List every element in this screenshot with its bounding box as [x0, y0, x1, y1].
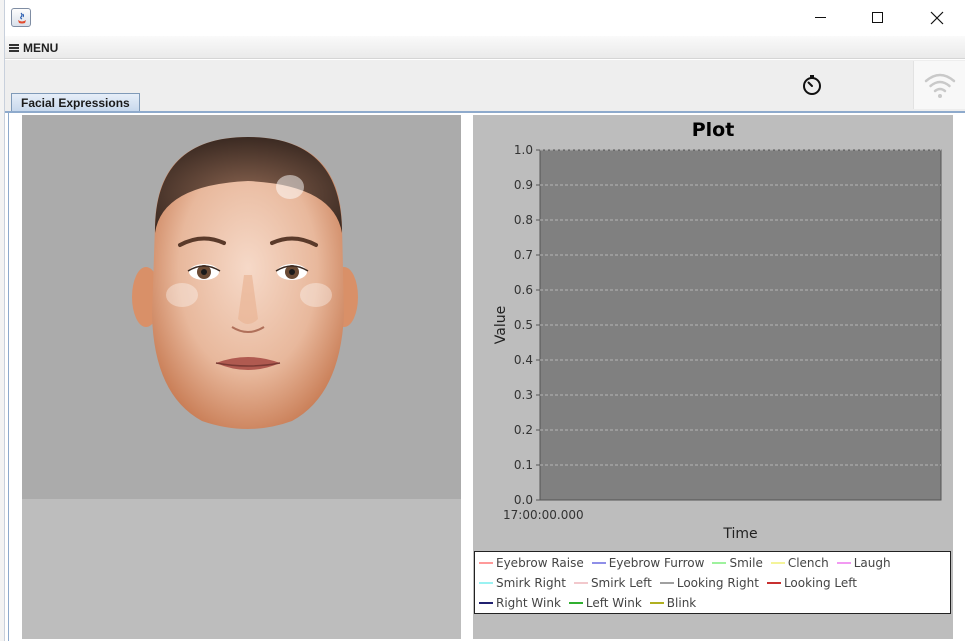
legend-item: Clench [770, 555, 829, 571]
legend-label: Smirk Left [590, 576, 652, 590]
tab-content: Plot 0.0 0.1 0.2 0.3 0.4 0.5 0.6 0.7 0.8 0.9 1.0 17… [8, 113, 965, 641]
close-icon [930, 11, 944, 25]
legend-item: Smile [712, 555, 763, 571]
legend-item: Looking Right [659, 575, 759, 591]
legend-swatch [712, 562, 727, 564]
legend-item: Eyebrow Raise [479, 555, 584, 571]
legend-item: Blink [649, 595, 697, 611]
legend-swatch [659, 582, 674, 584]
y-tick-label: 0.1 [514, 458, 533, 472]
legend-item: Looking Left [766, 575, 857, 591]
legend-swatch [479, 582, 493, 584]
y-tick-label: 0.3 [514, 388, 533, 402]
legend-label: Blink [666, 596, 697, 610]
legend-label: Looking Right [676, 576, 759, 590]
legend-swatch [573, 582, 588, 584]
legend-label: Eyebrow Raise [496, 556, 584, 570]
main-menu-button[interactable]: MENU [9, 40, 58, 56]
legend-label: Left Wink [585, 596, 642, 610]
face-viewport [22, 115, 461, 499]
legend-label: Clench [787, 556, 829, 570]
legend-label: Right Wink [496, 596, 561, 610]
maximize-button[interactable] [855, 0, 901, 36]
y-axis-label: Value [493, 306, 509, 344]
legend-item: Smirk Left [573, 575, 652, 591]
minimize-button[interactable] [797, 0, 843, 36]
legend-swatch [649, 602, 664, 604]
legend-item: Smirk Right [479, 575, 566, 591]
face-avatar [132, 137, 358, 429]
java-app-icon [11, 8, 31, 27]
plot-panel: Plot 0.0 0.1 0.2 0.3 0.4 0.5 0.6 0.7 0.8 0.9 1.0 17… [473, 115, 953, 639]
app-window: MENU Facial Expressions Plot 0.0 0.1 0.2… [0, 0, 965, 641]
panel-divider [461, 115, 473, 639]
tab-facial-expressions[interactable]: Facial Expressions [11, 93, 140, 112]
legend-label: Smirk Right [496, 576, 566, 590]
legend-label: Looking Left [783, 576, 857, 590]
menu-label: MENU [23, 41, 59, 55]
y-tick-label: 0.8 [514, 213, 533, 227]
legend-item: Left Wink [568, 595, 642, 611]
close-button[interactable] [914, 0, 960, 36]
menu-bar: MENU [5, 36, 965, 59]
avatar-panel [22, 115, 461, 639]
legend-item: Eyebrow Furrow [591, 555, 705, 571]
chart-legend: Eyebrow Raise Eyebrow Furrow Smile Clench La… [474, 551, 951, 614]
legend-swatch [766, 582, 781, 584]
legend-item: Right Wink [479, 595, 561, 611]
x-axis-label: Time [722, 526, 757, 542]
line-chart: 0.0 0.1 0.2 0.3 0.4 0.5 0.6 0.7 0.8 0.9 1.0 17:00:0… [493, 143, 942, 542]
y-tick-label: 0.7 [514, 248, 533, 262]
y-tick-label: 0.6 [514, 283, 533, 297]
legend-item: Laugh [836, 555, 891, 571]
tab-strip: Facial Expressions [5, 92, 965, 112]
y-tick-label: 0.0 [514, 493, 533, 507]
y-tick-label: 0.4 [514, 353, 533, 367]
legend-swatch [568, 602, 583, 604]
legend-swatch [479, 602, 493, 604]
legend-swatch [591, 562, 606, 564]
legend-swatch [770, 562, 785, 564]
legend-swatch [479, 562, 493, 564]
y-tick-label: 0.9 [514, 178, 533, 192]
title-bar[interactable] [5, 0, 965, 36]
hamburger-icon [9, 44, 19, 52]
legend-label: Laugh [853, 556, 891, 570]
legend-label: Eyebrow Furrow [608, 556, 705, 570]
legend-swatch [836, 562, 851, 564]
y-tick-label: 0.5 [514, 318, 533, 332]
y-tick-label: 1.0 [514, 143, 533, 157]
x-tick-label: 17:00:00.000 [503, 508, 584, 522]
legend-label: Smile [729, 556, 763, 570]
y-tick-label: 0.2 [514, 423, 533, 437]
